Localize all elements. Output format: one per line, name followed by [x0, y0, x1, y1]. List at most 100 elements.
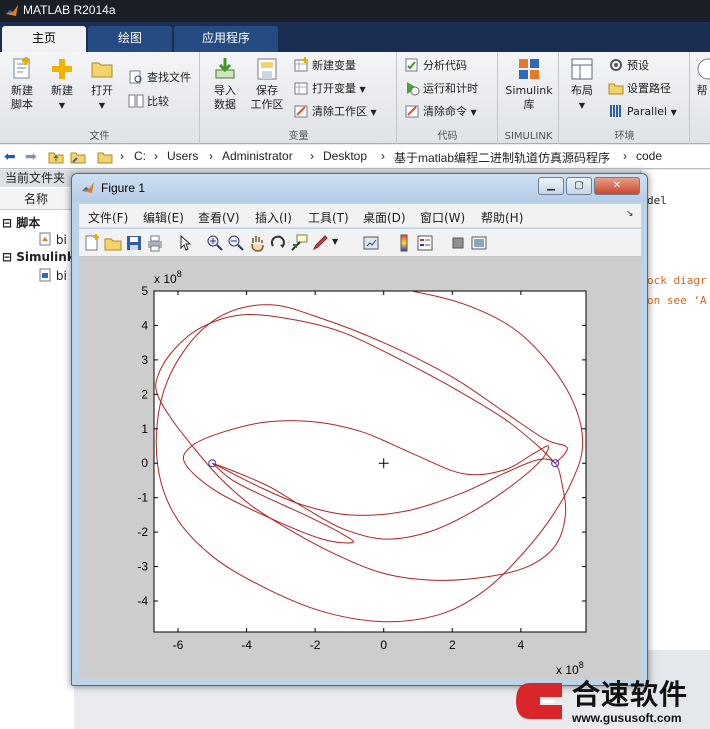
clear-workspace-button[interactable]: 清除工作区 ▼: [293, 102, 377, 122]
simulink-library-button[interactable]: Simulink 库: [503, 56, 555, 112]
collapse-icon[interactable]: ⊟: [2, 250, 12, 264]
open-variable-icon: [294, 82, 308, 95]
set-path-button[interactable]: 设置路径: [608, 79, 671, 99]
forward-arrow-icon[interactable]: ➡: [25, 148, 37, 165]
save-workspace-button[interactable]: 保存 工作区: [247, 56, 287, 112]
chevron-down-icon: ▼: [578, 101, 586, 110]
column-header-name[interactable]: 名称: [0, 188, 74, 210]
breadcrumb-code[interactable]: code: [636, 149, 662, 163]
breadcrumb-users[interactable]: Users: [167, 149, 198, 163]
y-tick-label: -2: [137, 525, 148, 539]
menu-tools[interactable]: 工具(T): [308, 209, 349, 226]
layout-icon: [571, 58, 593, 80]
figure-canvas[interactable]: -6 -4 -2 0 2 4 -4 -3 -2 -1 0 1 2 3 4 5 x 108 x 108: [79, 258, 641, 679]
preferences-button[interactable]: 预设: [608, 56, 649, 76]
breadcrumb-administrator[interactable]: Administrator: [222, 149, 293, 163]
browse-folder-icon[interactable]: [70, 149, 86, 165]
breadcrumb-project-folder[interactable]: 基于matlab编程二进制轨道仿真源码程序: [394, 149, 610, 166]
print-icon[interactable]: [146, 234, 164, 252]
save-icon[interactable]: [125, 234, 143, 252]
ribbon-section-simulink: Simulink 库 SIMULINK: [499, 52, 559, 144]
breadcrumb-desktop[interactable]: Desktop: [323, 149, 367, 163]
y-tick-label: 2: [141, 387, 148, 401]
clear-commands-icon: [405, 105, 419, 118]
collapse-icon[interactable]: ⊟: [2, 216, 12, 230]
folder-icon: [91, 62, 113, 78]
menu-file[interactable]: 文件(F): [88, 209, 128, 226]
current-folder-header: 当前文件夹: [0, 170, 74, 187]
slx-file-icon: [39, 268, 51, 282]
link-plot-icon[interactable]: [362, 234, 380, 252]
section-label-code: 代码: [437, 131, 458, 142]
show-plot-tools-icon[interactable]: [470, 234, 488, 252]
orbit-plot[interactable]: -6 -4 -2 0 2 4 -4-3-2-1012345 x 108 x 108: [79, 258, 641, 679]
breadcrumb-separator: ›: [310, 149, 314, 163]
y-axis-exponent: x 108: [154, 269, 182, 286]
y-tick-label: 1: [141, 422, 148, 436]
y-tick-label: 0: [141, 456, 148, 470]
menu-edit[interactable]: 编辑(E): [143, 209, 184, 226]
group-scripts[interactable]: ⊟ 脚本: [2, 214, 40, 231]
minimize-button[interactable]: ▁: [538, 177, 564, 195]
run-and-time-button[interactable]: 运行和计时: [404, 79, 478, 99]
open-file-icon[interactable]: [104, 234, 122, 252]
toolstrip-tabs: 主页 绘图 应用程序: [0, 22, 710, 52]
file-item-model[interactable]: bi: [38, 268, 67, 283]
new-script-button[interactable]: 新建 脚本: [4, 56, 40, 112]
colorbar-icon[interactable]: [395, 234, 413, 252]
rotate-3d-icon[interactable]: [269, 234, 287, 252]
open-button[interactable]: 打开 ▼: [84, 56, 120, 113]
x-tick-label: -2: [310, 638, 321, 652]
x-tick-label: 0: [380, 638, 387, 652]
menu-window[interactable]: 窗口(W): [420, 209, 465, 226]
y-tick-label: -3: [137, 560, 148, 574]
compare-button[interactable]: 比较: [128, 92, 169, 112]
new-figure-icon[interactable]: [83, 234, 101, 252]
brush-icon[interactable]: [311, 234, 329, 252]
group-simulink[interactable]: ⊟ Simulink: [2, 250, 75, 264]
menu-desktop[interactable]: 桌面(D): [363, 209, 406, 226]
breadcrumb-c[interactable]: C:: [134, 149, 146, 163]
menu-insert[interactable]: 插入(I): [255, 209, 292, 226]
close-button[interactable]: ✕: [594, 177, 640, 195]
pan-hand-icon[interactable]: [248, 234, 266, 252]
layout-button[interactable]: 布局 ▼: [564, 56, 600, 113]
chevron-down-icon[interactable]: ▼: [332, 237, 338, 246]
tab-plots[interactable]: 绘图: [88, 26, 172, 52]
menu-dock-arrow-icon[interactable]: ↘: [626, 209, 634, 219]
zoom-in-icon[interactable]: [206, 234, 224, 252]
clear-commands-button[interactable]: 清除命令 ▼: [404, 102, 477, 122]
up-folder-icon[interactable]: [48, 149, 64, 165]
tab-home[interactable]: 主页: [2, 26, 86, 52]
find-files-button[interactable]: 查找文件: [128, 68, 191, 88]
x-tick-label: 4: [518, 638, 525, 652]
maximize-icon: ▢: [574, 180, 584, 191]
brand-name: 合速软件: [572, 678, 689, 711]
chevron-down-icon: ▼: [470, 108, 477, 117]
edit-plot-arrow-icon[interactable]: [177, 234, 195, 252]
maximize-button[interactable]: ▢: [566, 177, 592, 195]
legend-icon[interactable]: [416, 234, 434, 252]
menu-help[interactable]: 帮助(H): [481, 209, 523, 226]
new-button[interactable]: 新建 ▼: [44, 56, 80, 113]
y-tick-label: -4: [137, 594, 148, 608]
menu-view[interactable]: 查看(V): [198, 209, 240, 226]
tab-apps[interactable]: 应用程序: [174, 26, 278, 52]
file-item-script[interactable]: bi: [38, 232, 67, 247]
hide-plot-tools-icon[interactable]: [449, 234, 467, 252]
back-arrow-icon[interactable]: ⬅: [4, 148, 16, 165]
open-variable-button[interactable]: 打开变量 ▼: [293, 79, 366, 99]
editor-panel: del ock diagr on see ‘A: [640, 170, 710, 729]
parallel-button[interactable]: Parallel ▼: [608, 102, 677, 122]
figure-title-bar[interactable]: Figure 1 ▁ ▢ ✕: [72, 174, 647, 202]
new-variable-button[interactable]: 新建变量: [293, 56, 356, 76]
data-cursor-icon[interactable]: [290, 234, 308, 252]
analyze-code-button[interactable]: 分析代码: [404, 56, 467, 76]
new-variable-icon: [294, 57, 308, 72]
figure-title: Figure 1: [101, 181, 146, 195]
run-time-icon: [407, 82, 420, 96]
zoom-out-icon[interactable]: [227, 234, 245, 252]
import-data-button[interactable]: 导入 数据: [205, 56, 245, 112]
help-button[interactable]: 帮: [694, 56, 710, 98]
figure-window[interactable]: Figure 1 ▁ ▢ ✕ 文件(F) 编辑(E) 查看(V) 插入(I) 工…: [71, 173, 648, 686]
